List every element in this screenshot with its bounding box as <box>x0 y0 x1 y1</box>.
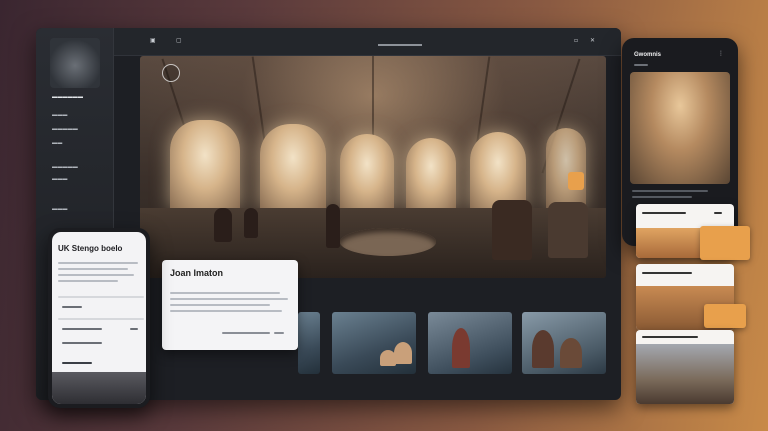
play-button[interactable] <box>162 64 180 82</box>
menu-icon[interactable]: ⋮ <box>718 50 724 57</box>
sidebar-item[interactable]: ▬▬▬▬▬▬ <box>52 94 83 100</box>
card-title: Joan Imaton <box>170 268 224 278</box>
left-phone-screen: UK Stengo boelo <box>52 232 146 404</box>
top-bar: ▣ ▢ ▫ ✕ <box>114 28 621 56</box>
left-phone-title: UK Stengo boelo <box>58 244 123 253</box>
chevron-icon[interactable] <box>130 328 138 330</box>
floating-tab[interactable] <box>700 226 750 260</box>
sidebar-item[interactable]: ▬▬ <box>52 140 62 146</box>
list-item[interactable] <box>62 328 102 330</box>
thumbnail[interactable] <box>428 312 512 374</box>
floating-tab[interactable] <box>704 304 746 328</box>
sidebar-item[interactable]: ▬▬▬ <box>52 206 68 212</box>
right-phone-title: Gwomnis <box>634 52 662 58</box>
window-control-icon[interactable]: ▫ <box>574 37 578 44</box>
left-phone: UK Stengo boelo <box>48 228 150 408</box>
sidebar-item[interactable]: ▬▬▬ <box>52 112 68 118</box>
card-action[interactable] <box>222 332 270 334</box>
list-item[interactable] <box>62 362 92 364</box>
list-item[interactable] <box>62 306 82 308</box>
title-bar-line <box>378 44 422 46</box>
info-card[interactable]: Joan Imaton <box>162 260 298 350</box>
close-icon[interactable]: ✕ <box>590 37 595 44</box>
hero-image <box>140 56 606 278</box>
thumbnail[interactable] <box>522 312 606 374</box>
left-phone-photo <box>52 372 146 404</box>
right-card[interactable] <box>636 330 734 404</box>
sidebar-item[interactable]: ▬▬▬▬▬ <box>52 164 78 170</box>
sidebar-item[interactable]: ▬▬▬ <box>52 176 68 182</box>
sidebar-item[interactable]: ▬▬▬▬▬ <box>52 126 78 132</box>
right-phone-image <box>630 72 730 184</box>
card-action[interactable] <box>274 332 284 334</box>
close-icon[interactable] <box>714 212 722 214</box>
list-item[interactable] <box>62 342 102 344</box>
thumbnail[interactable] <box>298 312 320 374</box>
sidebar-thumbnail[interactable] <box>50 38 100 88</box>
thumbnail[interactable] <box>332 312 416 374</box>
window-icon[interactable]: ▢ <box>176 37 182 44</box>
window-icon[interactable]: ▣ <box>150 37 156 44</box>
